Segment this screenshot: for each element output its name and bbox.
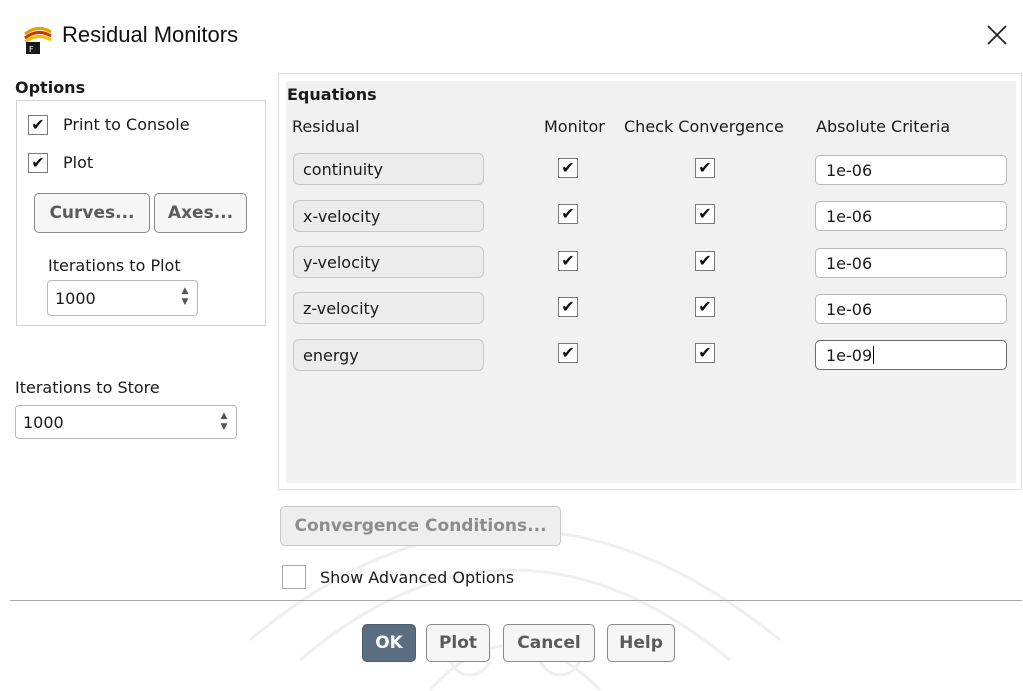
spinner-arrows-icon[interactable]: ▲ ▼ — [179, 286, 191, 308]
axes-button[interactable]: Axes... — [154, 193, 247, 233]
divider — [10, 600, 1022, 601]
check-convergence-checkbox[interactable]: ✔ — [695, 251, 715, 271]
iterations-to-store-value: 1000 — [23, 412, 64, 432]
ok-button[interactable]: OK — [362, 624, 416, 662]
print-to-console-checkbox[interactable]: ✔ — [28, 115, 48, 135]
monitor-checkbox[interactable]: ✔ — [558, 158, 578, 178]
residual-field: energy — [293, 339, 484, 371]
svg-text:F: F — [29, 45, 34, 54]
iterations-to-plot-value: 1000 — [55, 288, 96, 308]
absolute-criteria-input-active[interactable]: 1e-09 — [815, 340, 1007, 370]
monitor-checkbox[interactable]: ✔ — [558, 204, 578, 224]
plot-checkbox[interactable]: ✔ — [28, 153, 48, 173]
monitor-checkbox[interactable]: ✔ — [558, 297, 578, 317]
plot-button[interactable]: Plot — [426, 624, 490, 662]
col-absolute-criteria: Absolute Criteria — [816, 117, 951, 136]
residual-field: z-velocity — [293, 292, 484, 324]
check-convergence-checkbox[interactable]: ✔ — [695, 204, 715, 224]
text-caret — [873, 346, 875, 364]
window-title: Residual Monitors — [62, 22, 239, 47]
residual-field: x-velocity — [293, 200, 484, 232]
plot-label: Plot — [63, 153, 94, 172]
iterations-to-plot-label: Iterations to Plot — [48, 256, 181, 275]
fluent-app-icon: F — [23, 24, 53, 54]
curves-button[interactable]: Curves... — [34, 193, 150, 233]
residual-field: y-velocity — [293, 246, 484, 278]
absolute-criteria-input[interactable]: 1e-06 — [815, 294, 1007, 324]
col-monitor: Monitor — [544, 117, 605, 136]
equations-panel — [286, 81, 1016, 483]
col-residual: Residual — [292, 117, 360, 136]
monitor-checkbox[interactable]: ✔ — [558, 343, 578, 363]
iterations-to-store-label: Iterations to Store — [15, 378, 160, 397]
close-icon[interactable] — [984, 22, 1010, 48]
absolute-criteria-input[interactable]: 1e-06 — [815, 248, 1007, 278]
help-button[interactable]: Help — [607, 624, 675, 662]
spinner-arrows-icon[interactable]: ▲ ▼ — [218, 411, 230, 433]
iterations-to-store-spinner[interactable]: 1000 ▲ ▼ — [15, 405, 237, 439]
absolute-criteria-value: 1e-09 — [826, 345, 873, 365]
check-convergence-checkbox[interactable]: ✔ — [695, 343, 715, 363]
cancel-button[interactable]: Cancel — [503, 624, 595, 662]
show-advanced-checkbox[interactable] — [282, 565, 306, 589]
absolute-criteria-input[interactable]: 1e-06 — [815, 155, 1007, 185]
print-to-console-label: Print to Console — [63, 115, 190, 134]
equations-label: Equations — [287, 85, 377, 104]
residual-field: continuity — [293, 153, 484, 185]
iterations-to-plot-spinner[interactable]: 1000 ▲ ▼ — [47, 280, 198, 316]
check-convergence-checkbox[interactable]: ✔ — [695, 297, 715, 317]
options-label: Options — [15, 78, 86, 97]
col-check-convergence: Check Convergence — [624, 117, 784, 136]
check-convergence-checkbox[interactable]: ✔ — [695, 158, 715, 178]
monitor-checkbox[interactable]: ✔ — [558, 251, 578, 271]
convergence-conditions-button[interactable]: Convergence Conditions... — [280, 506, 561, 546]
show-advanced-label: Show Advanced Options — [320, 568, 515, 587]
absolute-criteria-input[interactable]: 1e-06 — [815, 201, 1007, 231]
